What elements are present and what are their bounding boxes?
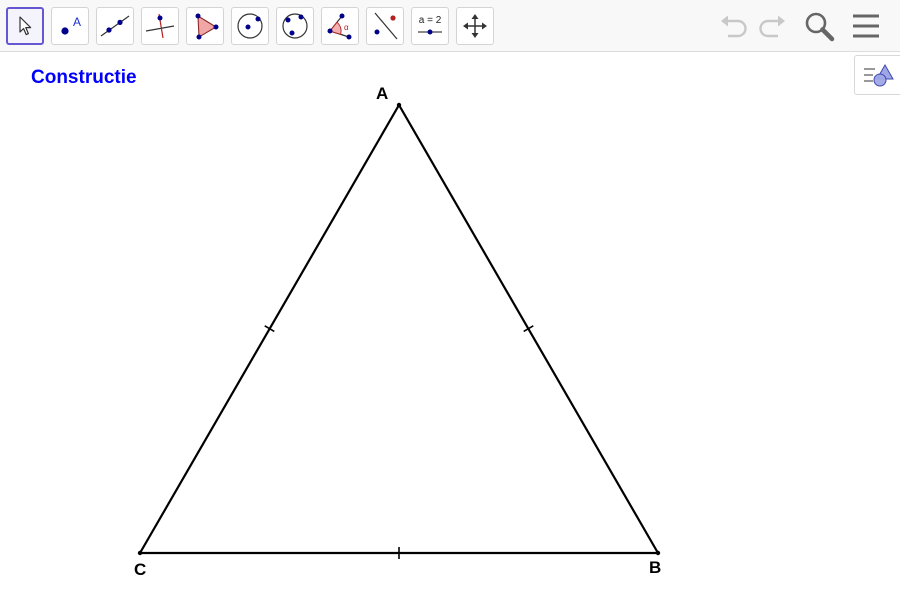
reflect-tool-button[interactable] [366,7,404,45]
point-icon: A [61,15,81,35]
point-tool-button[interactable]: A [51,7,89,45]
style-bar-toggle-icon [864,63,894,87]
slider-tool-button[interactable]: a = 2 [411,7,449,45]
point-c-label: C [134,560,146,579]
undo-icon [721,15,747,38]
construction-title[interactable]: Constructie [31,67,137,89]
triangle-abc[interactable] [139,104,659,555]
reflect-about-line-icon [374,12,398,40]
point-a-label: A [376,84,388,103]
circle-center-point-icon [237,13,263,39]
angle-icon: α [327,13,352,40]
polygon-tool-button[interactable] [186,7,224,45]
perpendicular-line-tool-button[interactable] [141,7,179,45]
move-tool-button[interactable] [6,7,44,45]
main-menu-button[interactable] [848,8,884,44]
search-icon [805,12,835,42]
point-a[interactable] [396,102,402,108]
toolbar: A α a = 2 [0,0,900,52]
line-tool-button[interactable] [96,7,134,45]
menu-icon [853,14,879,38]
slider-tool-label: a = 2 [419,15,442,26]
cursor-arrow-icon [19,16,32,36]
perpendicular-line-icon [145,13,175,39]
redo-button[interactable] [754,8,790,44]
redo-icon [759,15,785,38]
angle-tool-button[interactable]: α [321,7,359,45]
circle-three-points-icon [282,13,308,39]
angle-tool-symbol: α [344,23,349,32]
move-graphics-view-tool-button[interactable] [456,7,494,45]
search-button[interactable] [801,8,837,44]
construction-canvas[interactable]: A B C [0,53,900,600]
polygon-icon [195,13,219,40]
undo-button[interactable] [716,8,752,44]
style-bar-toggle-button[interactable] [854,55,900,95]
circle-center-tool-button[interactable] [231,7,269,45]
point-b[interactable] [655,550,661,556]
line-icon [100,15,130,37]
slider-icon: a = 2 [418,15,442,35]
graphics-view[interactable]: A B C Constructie [0,53,900,600]
move-arrows-icon [463,14,487,38]
circle-three-points-tool-button[interactable] [276,7,314,45]
point-tool-letter: A [73,15,81,29]
point-b-label: B [649,558,661,577]
point-c[interactable] [137,550,143,556]
